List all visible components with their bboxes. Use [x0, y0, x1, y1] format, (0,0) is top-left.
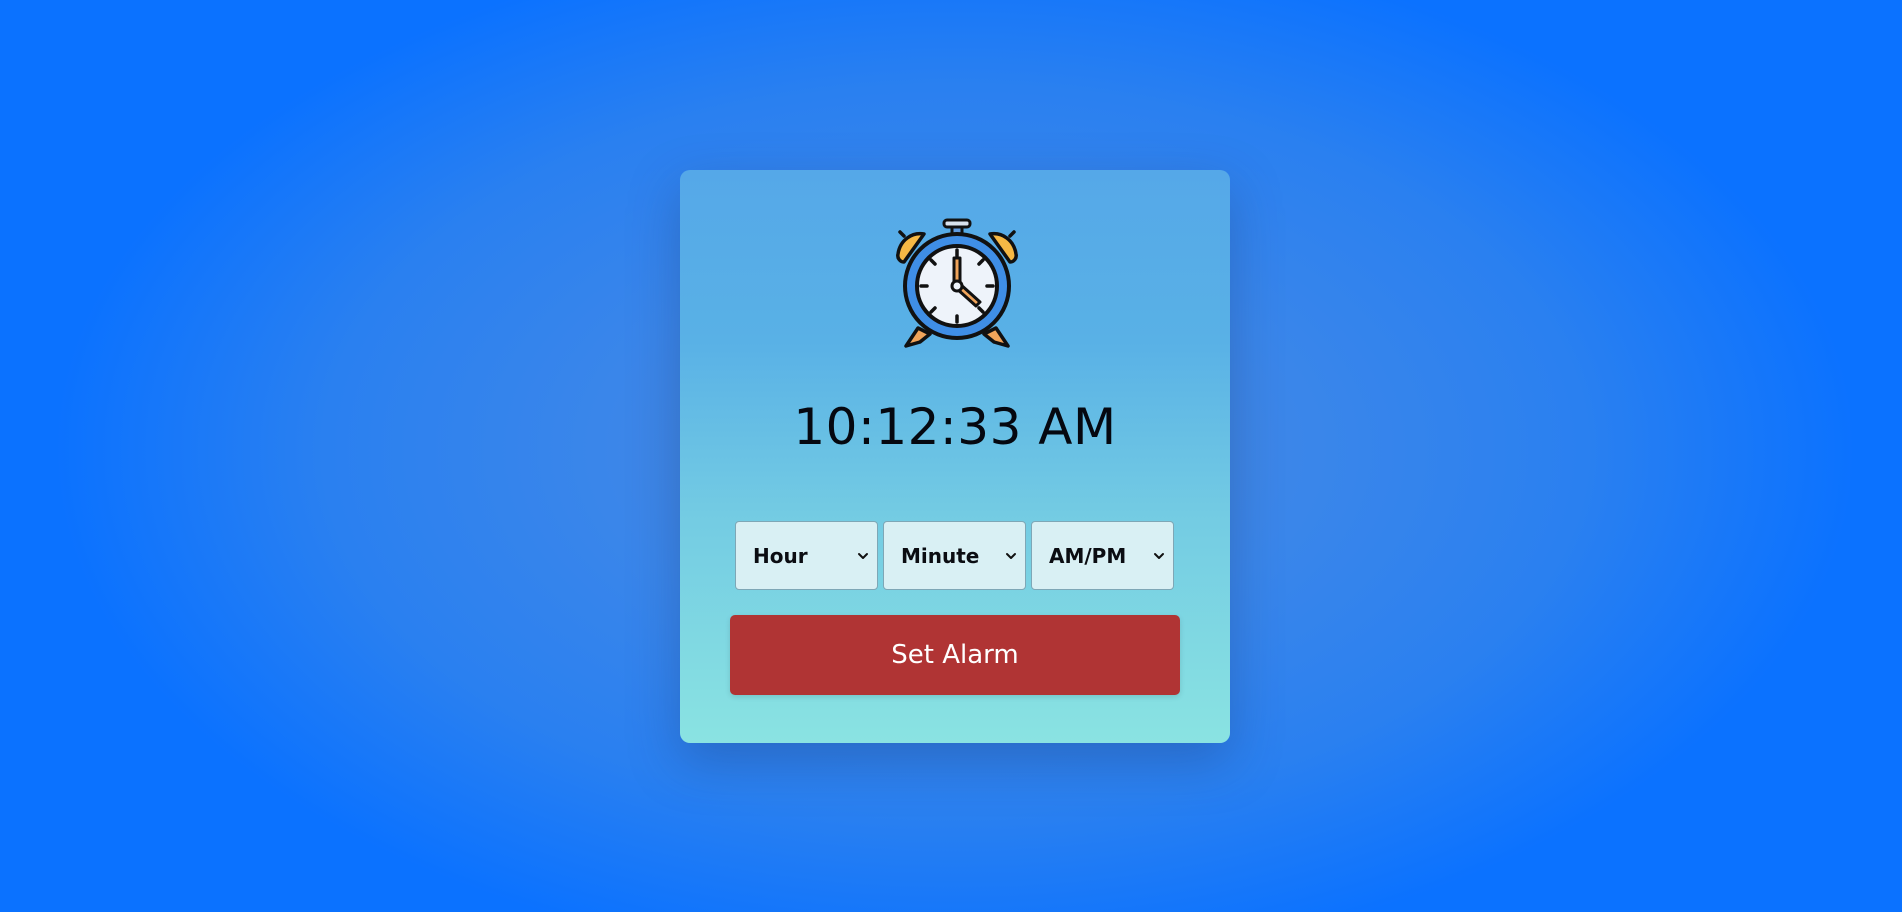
chevron-down-icon [1154, 552, 1164, 559]
alarm-card: 10:12:33 AM Hour Minute AM/PM Set Alarm [680, 170, 1230, 743]
current-time: 10:12:33 AM [793, 398, 1117, 456]
hour-select[interactable]: Hour [735, 521, 878, 590]
alarm-clock-icon [896, 218, 1018, 348]
minute-select[interactable]: Minute [883, 521, 1026, 590]
ampm-select-value: AM/PM [1049, 543, 1127, 568]
alarm-time-selects: Hour Minute AM/PM [735, 521, 1175, 590]
ampm-select[interactable]: AM/PM [1031, 521, 1174, 590]
hour-select-value: Hour [753, 543, 808, 568]
chevron-down-icon [858, 552, 868, 559]
minute-select-value: Minute [901, 543, 980, 568]
chevron-down-icon [1006, 552, 1016, 559]
set-alarm-button[interactable]: Set Alarm [730, 615, 1180, 695]
